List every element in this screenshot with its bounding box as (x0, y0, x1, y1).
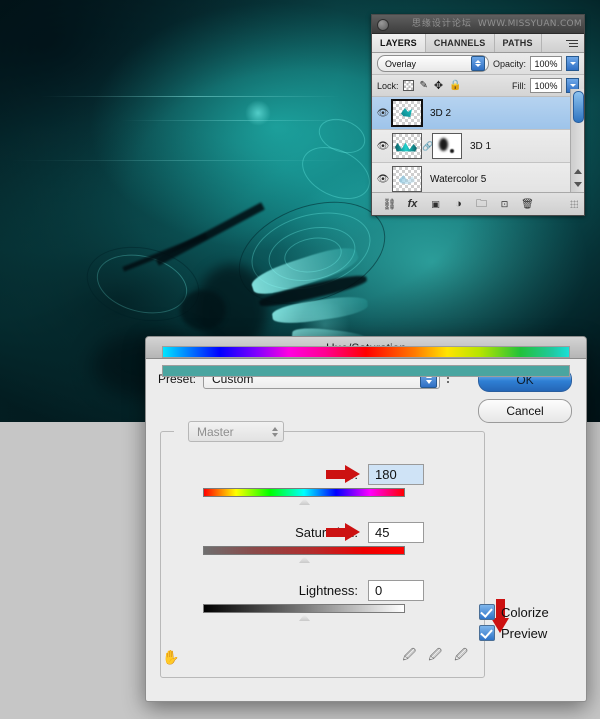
lightness-gradient-bar (203, 604, 405, 613)
opacity-chevron-down-icon[interactable] (566, 56, 579, 71)
annotation-arrow-hue (326, 465, 360, 483)
layer-name: 3D 2 (430, 108, 451, 119)
layer-row-3d-2[interactable]: 👁 3D 2 (372, 97, 584, 130)
watermark-url: WWW.MISSYUAN.COM (478, 19, 582, 29)
add-mask-icon[interactable]: ▣ (424, 199, 447, 210)
layers-panel[interactable]: 思缘设计论坛 WWW.MISSYUAN.COM LAYERS CHANNELS P… (371, 14, 585, 216)
layer-name: 3D 1 (470, 141, 491, 152)
layer-mask-thumbnail[interactable] (432, 133, 462, 159)
layer-thumbnail[interactable] (392, 133, 422, 159)
resize-grip[interactable] (570, 200, 578, 208)
color-spectrum-strips (162, 346, 570, 377)
layer-name: Watercolor 5 (430, 174, 486, 185)
brush-lock-icon[interactable]: ✎ (420, 80, 428, 91)
new-adjustment-layer-icon[interactable]: ◑ (447, 198, 470, 210)
hue-slider-track[interactable] (203, 488, 405, 501)
colorize-checkbox[interactable] (479, 604, 495, 620)
hue-slider-block[interactable]: Hue: 180 (146, 463, 586, 501)
eyedropper-plus-icon[interactable]: 🖉 (428, 646, 442, 668)
mask-link-icon[interactable]: 🔗 (422, 141, 432, 152)
watermark-cn: 思缘设计论坛 (412, 19, 472, 29)
scroll-up-icon[interactable] (574, 169, 582, 174)
layers-scrollbar[interactable] (570, 89, 584, 192)
fill-input[interactable]: 100% (530, 78, 562, 93)
cancel-button[interactable]: Cancel (478, 399, 572, 423)
hue-gradient-bar (203, 488, 405, 497)
eyedropper-icon[interactable]: 🖉 (402, 646, 416, 668)
colorize-label: Colorize (501, 605, 549, 620)
link-layers-icon[interactable]: ⛓ (378, 198, 401, 211)
tab-layers[interactable]: LAYERS (372, 34, 426, 52)
eyedropper-minus-icon[interactable]: 🖉 (454, 646, 468, 668)
chevron-updown-icon[interactable] (471, 56, 485, 71)
eyedropper-tools[interactable]: 🖉 🖉 🖉 (402, 646, 468, 668)
saturation-row: Saturation: 45 (146, 521, 586, 543)
chevron-updown-icon[interactable] (268, 424, 281, 439)
dialog-tool-row[interactable]: ✋ 🖉 🖉 🖉 (162, 647, 468, 667)
lightness-row: Lightness: 0 (146, 579, 586, 601)
opacity-input[interactable]: 100% (530, 56, 562, 71)
eye-icon[interactable]: 👁 (374, 174, 392, 185)
blend-mode-row[interactable]: Overlay Opacity: 100% (372, 53, 584, 75)
layer-thumbnail[interactable] (392, 100, 422, 126)
layers-toolbar[interactable]: ⛓ fx ▣ ◑ 🗀 ⊡ 🗑 (372, 192, 584, 215)
preview-checkbox-row[interactable]: Preview (479, 625, 574, 641)
channel-select[interactable]: Master (188, 421, 284, 442)
panel-menu-icon[interactable] (566, 38, 580, 48)
lock-all-icon[interactable]: 🔒 (449, 80, 461, 91)
saturation-slider-track[interactable] (203, 546, 405, 559)
new-group-icon[interactable]: 🗀 (470, 195, 493, 214)
source-spectrum-bar[interactable] (162, 346, 570, 358)
transparency-lock-icon[interactable] (403, 80, 414, 91)
lightness-label: Lightness: (180, 583, 368, 598)
scrollbar-thumb[interactable] (573, 91, 584, 123)
lock-row[interactable]: Lock: ✎ ✥ 🔒 Fill: 100% (372, 75, 584, 97)
delete-layer-icon[interactable]: 🗑 (516, 199, 539, 210)
tab-paths[interactable]: PATHS (495, 34, 542, 52)
scroll-down-icon[interactable] (574, 182, 582, 187)
close-icon[interactable] (377, 19, 389, 31)
dialog-buttons[interactable]: OK Cancel (478, 368, 572, 430)
panel-tabs[interactable]: LAYERS CHANNELS PATHS (372, 34, 584, 53)
hue-row: Hue: 180 (146, 463, 586, 485)
tab-channels[interactable]: CHANNELS (426, 34, 495, 52)
colorize-checkbox-row[interactable]: Colorize (479, 604, 574, 620)
add-style-fx-icon[interactable]: fx (401, 198, 424, 210)
watermark: 思缘设计论坛 WWW.MISSYUAN.COM (412, 16, 582, 29)
preview-label: Preview (501, 626, 547, 641)
saturation-slider-block[interactable]: Saturation: 45 (146, 521, 586, 559)
dialog-body: Preset: Custom OK Cancel Master Hue: 180 (146, 359, 586, 389)
new-layer-icon[interactable]: ⊡ (493, 199, 516, 210)
panel-title-bar[interactable]: 思缘设计论坛 WWW.MISSYUAN.COM (372, 15, 584, 34)
channel-value: Master (197, 425, 234, 439)
hue-value-field[interactable]: 180 (368, 464, 424, 485)
options-checkboxes[interactable]: Colorize Preview (479, 604, 574, 646)
hue-saturation-dialog[interactable]: Hue/Saturation Preset: Custom OK Cancel … (145, 336, 587, 702)
eye-icon[interactable]: 👁 (374, 141, 392, 152)
preview-checkbox[interactable] (479, 625, 495, 641)
lock-label: Lock: (377, 81, 399, 91)
eye-icon[interactable]: 👁 (374, 108, 392, 119)
blend-mode-value: Overlay (385, 59, 416, 69)
move-lock-icon[interactable]: ✥ (434, 79, 443, 92)
annotation-arrow-saturation (326, 523, 360, 541)
opacity-label: Opacity: (493, 59, 526, 69)
lock-icons[interactable]: ✎ ✥ 🔒 (403, 79, 462, 92)
lightness-value-field[interactable]: 0 (368, 580, 424, 601)
saturation-value-field[interactable]: 45 (368, 522, 424, 543)
saturation-gradient-bar (203, 546, 405, 555)
hand-slider-icon[interactable]: ✋ (162, 649, 179, 666)
blend-mode-select[interactable]: Overlay (377, 55, 489, 72)
layer-list[interactable]: 👁 3D 2 👁 🔗 3D 1 👁 Watercolor 5 (372, 97, 584, 196)
result-color-bar[interactable] (162, 365, 570, 377)
lightness-slider-track[interactable] (203, 604, 405, 617)
layer-row-3d-1[interactable]: 👁 🔗 3D 1 (372, 130, 584, 163)
fill-label: Fill: (512, 81, 526, 91)
layer-thumbnail[interactable] (392, 166, 422, 192)
